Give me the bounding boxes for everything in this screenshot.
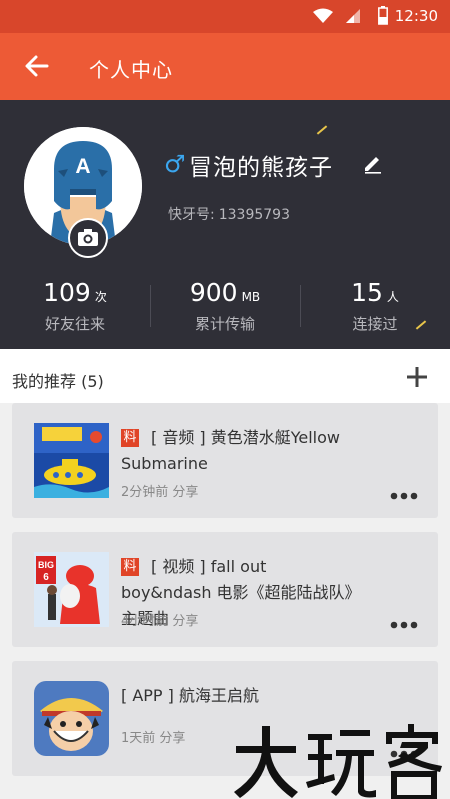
stat-connections: 15 人 连接过	[300, 278, 450, 334]
bluetooth-id-value: 13395793	[218, 207, 290, 223]
profile-name: 冒泡的熊孩子	[189, 155, 333, 181]
tag-badge: 料	[121, 429, 139, 447]
status-bar: 12:30	[0, 0, 450, 33]
status-time: 12:30	[394, 7, 438, 25]
stat-label: 累计传输	[194, 315, 255, 333]
stat-unit: MB	[241, 290, 261, 304]
card-title-text: [ APP ] 航海王启航	[121, 686, 259, 705]
stat-unit: 次	[94, 290, 107, 304]
card-title: [ APP ] 航海王启航	[121, 683, 361, 709]
add-icon[interactable]	[406, 366, 428, 388]
stat-label: 好友往来	[44, 315, 105, 333]
card-meta: 4小时前 分享	[121, 614, 199, 629]
more-options-icon[interactable]	[390, 621, 418, 629]
camera-icon	[78, 229, 98, 246]
profile-stats: 109 次 好友往来 900 MB 累计传输 15 人 连接过	[0, 278, 450, 338]
card-title: 料[ 音频 ] 黄色潜水艇Yellow Submarine	[121, 425, 361, 477]
recommend-card[interactable]: 料[ 音频 ] 黄色潜水艇Yellow Submarine 2分钟前 分享	[12, 403, 438, 518]
divider	[150, 285, 151, 327]
bluetooth-id: 快牙号: 13395793	[168, 204, 290, 224]
signal-icon	[346, 9, 360, 23]
stat-value: 109	[43, 278, 91, 307]
page-title: 个人中心	[89, 58, 173, 82]
stat-transfer: 900 MB 累计传输	[150, 278, 300, 334]
svg-text:A: A	[75, 155, 90, 178]
wifi-icon	[313, 8, 333, 23]
recommend-card[interactable]: BIG 6 料[ 视频 ] fall out boy&ndash 电影《超能陆战…	[12, 532, 438, 647]
tag-badge: 料	[121, 558, 139, 576]
stat-label: 连接过	[352, 315, 398, 333]
stat-friends: 109 次 好友往来	[0, 278, 150, 334]
svg-text:6: 6	[43, 572, 49, 583]
card-title-text: [ 音频 ] 黄色潜水艇Yellow Submarine	[121, 428, 341, 473]
more-options-icon[interactable]	[390, 492, 418, 500]
svg-text:BIG: BIG	[38, 560, 54, 570]
stat-value: 15	[351, 278, 383, 307]
watermark-logo	[234, 724, 442, 799]
divider	[300, 285, 301, 327]
change-avatar-button[interactable]	[68, 218, 108, 258]
bluetooth-id-label: 快牙号:	[168, 207, 215, 223]
stat-unit: 人	[386, 290, 399, 304]
one-piece-app-icon-thumbnail	[34, 681, 109, 756]
card-meta: 1天前 分享	[121, 731, 186, 746]
back-arrow-icon[interactable]	[20, 49, 54, 83]
big-hero-6-cover-thumbnail: BIG 6	[34, 552, 109, 627]
app-bar: 个人中心	[0, 33, 450, 100]
card-meta: 2分钟前 分享	[121, 485, 199, 500]
profile-header: A ♂ 冒泡的熊孩子 快牙号: 13395793 109 次 好友往来 900 MB …	[0, 100, 450, 349]
stat-value: 900	[189, 278, 238, 307]
recommend-title: 我的推荐 (5)	[12, 372, 104, 391]
battery-icon	[378, 6, 388, 25]
beatles-cover-thumbnail	[34, 423, 109, 498]
recommend-header: 我的推荐 (5)	[0, 349, 450, 403]
edit-pencil-icon[interactable]	[362, 152, 384, 174]
star-decoration	[316, 125, 328, 135]
male-icon: ♂	[164, 150, 186, 178]
